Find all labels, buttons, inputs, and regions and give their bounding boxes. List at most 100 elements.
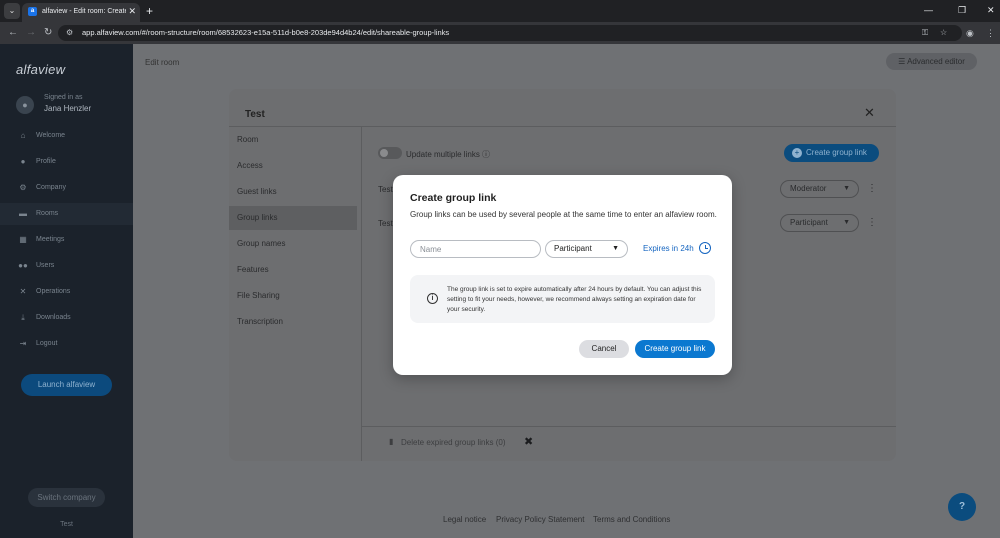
sidebar-item-users[interactable]: ●● Users (0, 255, 133, 277)
tab-label: Features (237, 265, 269, 274)
name-input[interactable] (410, 240, 541, 258)
tab-room[interactable]: Room (229, 128, 357, 152)
logout-icon: ⇥ (19, 339, 27, 348)
info-box: i The group link is set to expire automa… (410, 275, 715, 323)
role-select[interactable]: Participant ▼ (780, 214, 859, 232)
sidebar-item-operations[interactable]: ✕ Operations (0, 281, 133, 303)
tab-file-sharing[interactable]: File Sharing (229, 284, 357, 308)
tab-label: Group links (237, 213, 278, 222)
cancel-button[interactable]: Cancel (579, 340, 629, 358)
sidebar-item-welcome[interactable]: ⌂ Welcome (0, 125, 133, 147)
reload-icon[interactable]: ↻ (44, 26, 52, 40)
tab-title: alfaview - Edit room: Create gro (42, 8, 126, 15)
user-name: Jana Henzler (44, 104, 92, 113)
info-text: The group link is set to expire automati… (447, 286, 702, 313)
sidebar-item-meetings[interactable]: ▦ Meetings (0, 229, 133, 251)
company-name: Test (60, 521, 73, 528)
create-group-link-submit-button[interactable]: Create group link (635, 340, 715, 358)
calendar-icon: ▦ (19, 235, 27, 244)
advanced-editor-button[interactable]: ☰ Advanced editor (886, 53, 977, 70)
sidebar: alfaview ● Signed in as Jana Henzler ⌂ W… (0, 44, 133, 538)
sidebar-item-downloads[interactable]: ⤓ Downloads (0, 307, 133, 329)
page-title: Edit room (145, 58, 180, 67)
update-multiple-label: Update multiple links ⓘ (406, 149, 490, 160)
tab-label: File Sharing (237, 291, 280, 300)
sidebar-item-label: Meetings (36, 236, 65, 243)
info-icon: ⓘ (482, 150, 491, 159)
dialog-description: Group links can be used by several peopl… (410, 210, 717, 219)
brand-logo: alfaview (16, 62, 66, 77)
profile-icon[interactable]: ◉ (966, 27, 974, 39)
window-close-icon[interactable]: ✕ (987, 4, 995, 16)
caret-down-icon: ▼ (843, 219, 850, 226)
site-info-icon[interactable]: ⚙ (66, 28, 76, 38)
expires-link[interactable]: Expires in 24h (643, 244, 694, 253)
sidebar-item-logout[interactable]: ⇥ Logout (0, 333, 133, 355)
row-menu-icon[interactable]: ⋮ (867, 183, 877, 195)
tab-label: Room (237, 135, 259, 144)
tab-label: Transcription (237, 317, 283, 326)
caret-down-icon: ▼ (612, 245, 619, 252)
row-menu-icon[interactable]: ⋮ (867, 217, 877, 229)
tab-label: Group names (237, 239, 286, 248)
divider (229, 126, 896, 127)
dialog-title: Create group link (410, 192, 497, 204)
tools-icon[interactable]: ✖ (524, 435, 533, 448)
sidebar-item-label: Rooms (36, 210, 59, 217)
new-tab-plus-icon[interactable]: + (146, 3, 153, 19)
tab-close-icon[interactable]: ✕ (128, 6, 136, 17)
restore-icon[interactable]: ❐ (958, 4, 966, 16)
divider (362, 426, 896, 427)
gear-icon: ⚙ (19, 183, 27, 192)
minimize-icon[interactable]: — (924, 4, 933, 16)
clock-icon[interactable] (699, 242, 711, 254)
tab-transcription[interactable]: Transcription (229, 310, 357, 334)
caret-down-icon: ▼ (843, 185, 850, 192)
update-multiple-toggle[interactable] (378, 147, 402, 159)
address-url: app.alfaview.com/#/room-structure/room/6… (82, 28, 450, 37)
trash-icon: ▮ (389, 437, 394, 446)
sidebar-item-company[interactable]: ⚙ Company (0, 177, 133, 199)
tab-group-names[interactable]: Group names (229, 232, 357, 256)
sidebar-item-rooms[interactable]: ▬ Rooms (0, 203, 133, 225)
address-bar[interactable]: ⚙ app.alfaview.com/#/room-structure/room… (58, 25, 962, 41)
create-group-link-button[interactable]: + Create group link (784, 144, 879, 162)
download-icon: ⤓ (21, 313, 25, 322)
sidebar-item-label: Downloads (36, 314, 71, 321)
key-icon[interactable]: ⚿ (922, 28, 928, 38)
tab-group-links[interactable]: Group links (229, 206, 357, 230)
role-select[interactable]: Moderator ▼ (780, 180, 859, 198)
tab-list-chevron-icon[interactable]: ⌄ (4, 3, 20, 19)
back-arrow-icon[interactable]: ← (8, 26, 18, 40)
launch-alfaview-button[interactable]: Launch alfaview (21, 374, 112, 396)
forward-arrow-icon[interactable]: → (26, 26, 36, 40)
group-link-name: Test (378, 219, 393, 228)
close-icon[interactable]: ✕ (864, 106, 875, 120)
help-question-icon: ? (958, 501, 966, 512)
sidebar-item-label: Company (36, 184, 66, 191)
tab-guest-links[interactable]: Guest links (229, 180, 357, 204)
browser-tab[interactable]: a alfaview - Edit room: Create gro ✕ (22, 3, 140, 22)
sidebar-item-profile[interactable]: ● Profile (0, 151, 133, 173)
tab-access[interactable]: Access (229, 154, 357, 178)
folder-icon: ▬ (19, 209, 27, 218)
home-icon: ⌂ (20, 131, 26, 140)
tools-icon: ✕ (19, 287, 27, 296)
plus-icon: + (792, 148, 802, 158)
tab-label: Guest links (237, 187, 277, 196)
role-dropdown[interactable]: Participant ▼ (545, 240, 628, 258)
sidebar-item-label: Profile (36, 158, 56, 165)
browser-menu-icon[interactable]: ⋮ (986, 27, 995, 39)
privacy-policy-link[interactable]: Privacy Policy Statement (496, 515, 584, 524)
delete-expired-links-button[interactable]: Delete expired group links (0) (401, 438, 506, 447)
user-icon: ● (20, 157, 26, 166)
sidebar-item-label: Logout (36, 340, 58, 347)
terms-link[interactable]: Terms and Conditions (593, 515, 670, 524)
switch-company-button[interactable]: Switch company (28, 488, 105, 507)
tab-label: Access (237, 161, 263, 170)
tab-features[interactable]: Features (229, 258, 357, 282)
bookmark-star-icon[interactable]: ☆ (940, 28, 947, 38)
legal-notice-link[interactable]: Legal notice (443, 515, 486, 524)
help-button[interactable]: ? (948, 493, 976, 521)
advanced-editor-label: Advanced editor (907, 57, 965, 66)
